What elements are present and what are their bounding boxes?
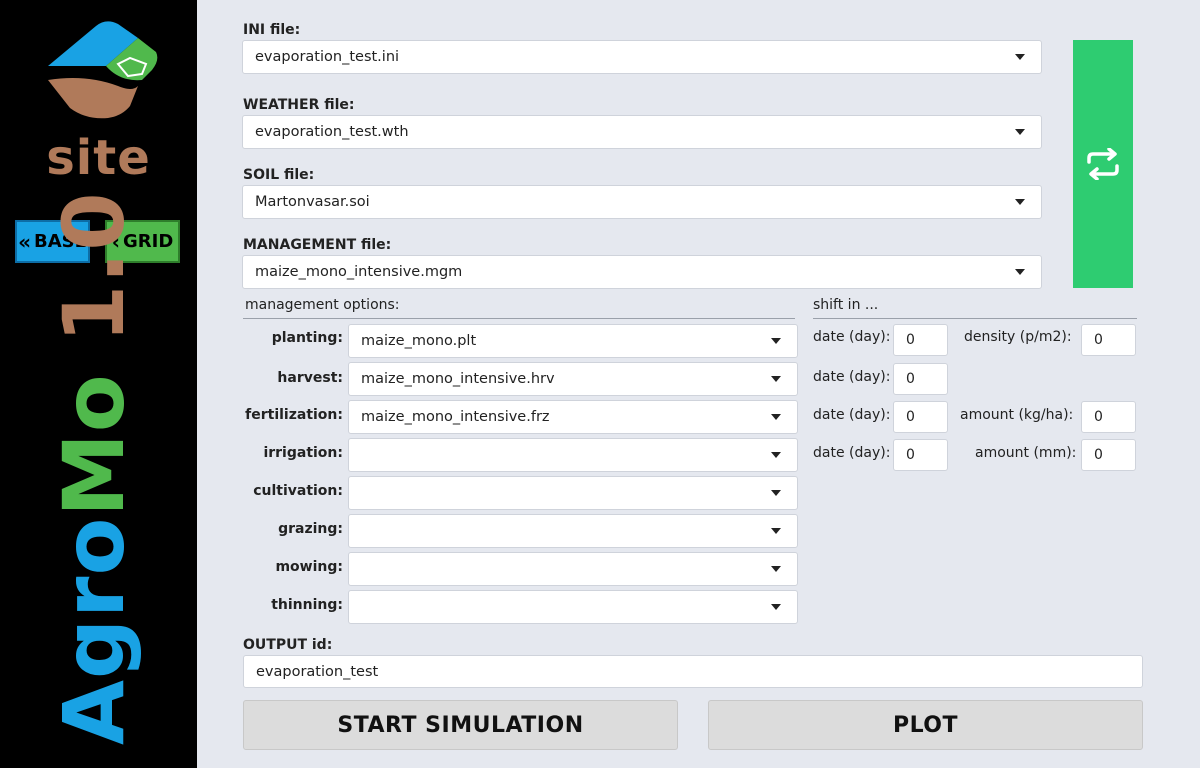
sidebar: site « BASE ‹ GRID AgroMo 1.0 (0, 0, 197, 768)
soil-file-select[interactable]: Martonvasar.soi (242, 185, 1042, 219)
grazing-label: grazing: (278, 521, 343, 537)
shift-divider (813, 318, 1137, 319)
grazing-select[interactable] (348, 514, 798, 548)
irrigation-amount-shift-label: amount (mm): (975, 445, 1077, 461)
refresh-icon (1087, 148, 1119, 180)
chevron-down-icon (1015, 129, 1025, 135)
management-options-title: management options: (245, 297, 400, 313)
fertilization-amount-shift-input[interactable]: 0 (1081, 401, 1136, 433)
thinning-select[interactable] (348, 590, 798, 624)
chevron-down-icon (1015, 199, 1025, 205)
chevron-down-icon (771, 414, 781, 420)
shift-title: shift in ... (813, 297, 879, 313)
fertilization-amount-shift-label: amount (kg/ha): (960, 407, 1074, 423)
harvest-select[interactable]: maize_mono_intensive.hrv (348, 362, 798, 396)
weather-file-label: WEATHER file: (243, 97, 355, 113)
chevron-down-icon (1015, 54, 1025, 60)
brand-part-version: 1.0 (45, 191, 143, 374)
planting-density-shift-input[interactable]: 0 (1081, 324, 1136, 356)
harvest-date-shift-input[interactable]: 0 (893, 363, 948, 395)
plot-button[interactable]: PLOT (708, 700, 1143, 750)
start-simulation-button[interactable]: START SIMULATION (243, 700, 678, 750)
mowing-select[interactable] (348, 552, 798, 586)
planting-density-shift-label: density (p/m2): (964, 329, 1072, 345)
planting-value: maize_mono.plt (361, 333, 477, 349)
ini-file-select[interactable]: evaporation_test.ini (242, 40, 1042, 74)
irrigation-date-shift-input[interactable]: 0 (893, 439, 948, 471)
agromo-logo-icon (48, 21, 158, 119)
cultivation-select[interactable] (348, 476, 798, 510)
planting-date-shift-label: date (day): (813, 329, 891, 345)
chevron-down-icon (771, 566, 781, 572)
harvest-value: maize_mono_intensive.hrv (361, 371, 555, 387)
chevron-down-icon (771, 452, 781, 458)
management-file-select[interactable]: maize_mono_intensive.mgm (242, 255, 1042, 289)
chevron-down-icon (771, 338, 781, 344)
planting-label: planting: (271, 330, 343, 346)
cultivation-label: cultivation: (253, 483, 343, 499)
output-id-input[interactable]: evaporation_test (243, 655, 1143, 688)
brand-part-mo: Mo (45, 373, 143, 517)
fertilization-value: maize_mono_intensive.frz (361, 409, 550, 425)
irrigation-label: irrigation: (263, 445, 343, 461)
fertilization-date-shift-input[interactable]: 0 (893, 401, 948, 433)
irrigation-amount-shift-input[interactable]: 0 (1081, 439, 1136, 471)
planting-select[interactable]: maize_mono.plt (348, 324, 798, 358)
mowing-label: mowing: (275, 559, 343, 575)
weather-file-select[interactable]: evaporation_test.wth (242, 115, 1042, 149)
soil-file-value: Martonvasar.soi (255, 194, 370, 210)
output-id-label: OUTPUT id: (243, 637, 333, 653)
ini-file-value: evaporation_test.ini (255, 49, 400, 65)
double-chevron-left-icon: « (18, 229, 31, 254)
fertilization-label: fertilization: (245, 407, 343, 423)
ini-file-label: INI file: (243, 22, 301, 38)
fertilization-date-shift-label: date (day): (813, 407, 891, 423)
chevron-down-icon (771, 604, 781, 610)
chevron-down-icon (1015, 269, 1025, 275)
planting-date-shift-input[interactable]: 0 (893, 324, 948, 356)
soil-file-label: SOIL file: (243, 167, 315, 183)
irrigation-date-shift-label: date (day): (813, 445, 891, 461)
management-file-label: MANAGEMENT file: (243, 237, 392, 253)
brand-part-agro: Agro (45, 516, 143, 745)
management-file-value: maize_mono_intensive.mgm (255, 264, 463, 280)
refresh-button[interactable] (1073, 40, 1133, 288)
irrigation-select[interactable] (348, 438, 798, 472)
brand-wordmark: AgroMo 1.0 (45, 191, 143, 745)
chevron-down-icon (771, 376, 781, 382)
harvest-date-shift-label: date (day): (813, 369, 891, 385)
fertilization-select[interactable]: maize_mono_intensive.frz (348, 400, 798, 434)
thinning-label: thinning: (271, 597, 343, 613)
chevron-down-icon (771, 490, 781, 496)
chevron-down-icon (771, 528, 781, 534)
weather-file-value: evaporation_test.wth (255, 124, 409, 140)
management-divider (243, 318, 795, 319)
harvest-label: harvest: (277, 370, 343, 386)
site-label: site (46, 130, 151, 186)
